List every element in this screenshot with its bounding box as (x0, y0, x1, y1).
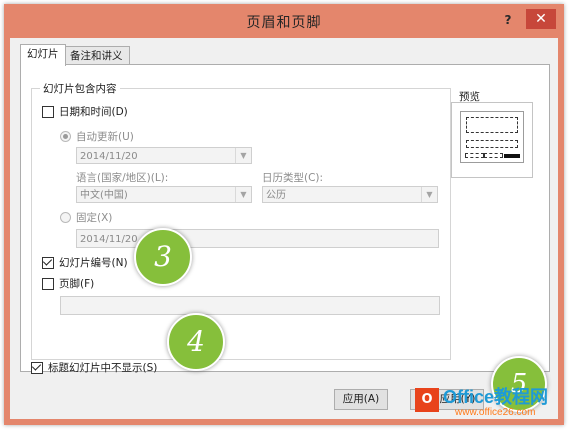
datetime-option[interactable]: 日期和时间(D) (42, 104, 128, 119)
calendar-value: 公历 (266, 190, 286, 201)
tab-slides[interactable]: 幻灯片 (20, 44, 66, 66)
title-placeholder (466, 117, 518, 133)
language-select[interactable]: 中文(中国) ▼ (76, 186, 252, 203)
slide-number-option[interactable]: 幻灯片编号(N) (42, 255, 128, 270)
apply-button[interactable]: 应用(A) (334, 389, 388, 410)
language-value: 中文(中国) (80, 190, 128, 201)
auto-update-radio[interactable] (60, 131, 71, 142)
date-placeholder (465, 153, 484, 158)
title-bar[interactable]: 页眉和页脚 ? ✕ (4, 4, 564, 38)
hide-on-title-label: 标题幻灯片中不显示(S) (48, 362, 158, 374)
chevron-down-icon: ▼ (235, 148, 251, 163)
fixed-date-input[interactable]: 2014/11/20 (76, 229, 439, 248)
dialog-title: 页眉和页脚 (246, 15, 322, 31)
watermark-url: www.office26.com (455, 407, 536, 418)
dialog-body: 幻灯片 备注和讲义 幻灯片包含内容 日期和时间(D) 自动更新(U) 2014/… (10, 38, 558, 419)
slide-includes-group: 幻灯片包含内容 日期和时间(D) 自动更新(U) 2014/11/20 ▼ 语言… (31, 81, 451, 360)
footer-option[interactable]: 页脚(F) (42, 276, 94, 291)
hide-on-title-checkbox[interactable] (31, 361, 43, 374)
fixed-radio[interactable] (60, 212, 71, 223)
fixed-option[interactable]: 固定(X) (60, 210, 112, 225)
footer-input[interactable] (60, 296, 440, 315)
calendar-label: 日历类型(C): (262, 172, 324, 184)
fixed-date-value: 2014/11/20 (80, 234, 138, 245)
office-logo-icon: O (415, 388, 439, 412)
footer-placeholder (484, 153, 503, 158)
fixed-label: 固定(X) (76, 212, 113, 224)
footer-checkbox[interactable] (42, 277, 54, 290)
auto-update-label: 自动更新(U) (76, 131, 134, 143)
auto-update-option[interactable]: 自动更新(U) (60, 129, 134, 144)
hide-on-title-option[interactable]: 标题幻灯片中不显示(S) (31, 360, 157, 375)
step-badge-4: 4 (167, 313, 225, 371)
auto-date-select[interactable]: 2014/11/20 ▼ (76, 147, 252, 164)
datetime-checkbox[interactable] (42, 105, 54, 118)
calendar-select[interactable]: 公历 ▼ (262, 186, 438, 203)
group-title: 幻灯片包含内容 (40, 81, 120, 96)
slide-number-checkbox[interactable] (42, 256, 54, 269)
chevron-down-icon: ▼ (421, 187, 437, 202)
footer-label: 页脚(F) (59, 278, 95, 290)
language-label: 语言(国家/地区)(L): (76, 172, 169, 184)
help-button[interactable]: ? (494, 8, 522, 32)
chevron-down-icon: ▼ (235, 187, 251, 202)
auto-date-value: 2014/11/20 (80, 151, 138, 162)
tab-notes-handouts[interactable]: 备注和讲义 (63, 46, 130, 65)
close-button[interactable]: ✕ (526, 9, 556, 29)
dialog-window: 页眉和页脚 ? ✕ 幻灯片 备注和讲义 幻灯片包含内容 日期和时间(D) 自动更… (4, 4, 564, 425)
datetime-label: 日期和时间(D) (59, 106, 128, 118)
body-placeholder (466, 140, 518, 148)
preview-pane (451, 102, 533, 178)
watermark-site-name: Office教程网 (443, 387, 549, 407)
slide-number-label: 幻灯片编号(N) (59, 257, 128, 269)
slide-preview-thumbnail (460, 111, 524, 163)
step-badge-3: 3 (134, 228, 192, 286)
slide-number-placeholder (504, 154, 520, 158)
